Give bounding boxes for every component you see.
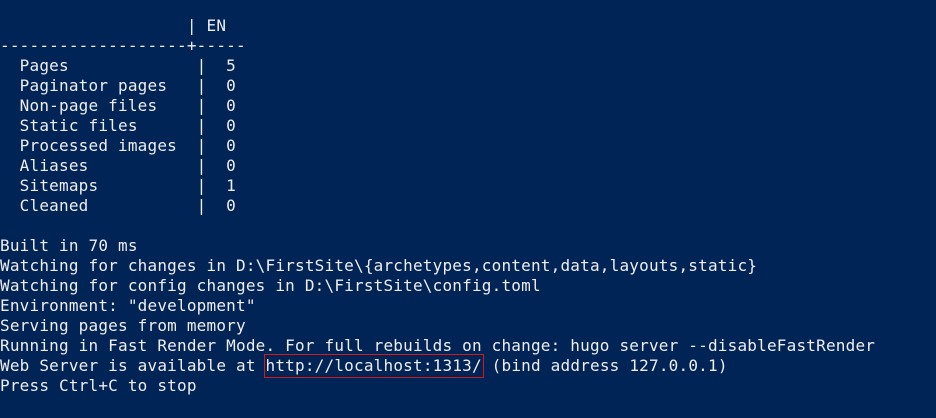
table-row: Processed images | 0 [0, 136, 236, 155]
table-row: Static files | 0 [0, 116, 236, 135]
web-server-line: Web Server is available at http://localh… [0, 354, 728, 378]
environment-line: Environment: "development" [0, 296, 256, 315]
table-row: Paginator pages | 0 [0, 76, 236, 95]
build-time-line: Built in 70 ms [0, 236, 138, 255]
table-row: Aliases | 0 [0, 156, 236, 175]
serving-line: Serving pages from memory [0, 316, 246, 335]
table-row: Non-page files | 0 [0, 96, 236, 115]
watching-config-line: Watching for config changes in D:\FirstS… [0, 276, 541, 295]
table-separator: -------------------+----- [0, 36, 246, 55]
bind-address-text: (bind address 127.0.0.1) [481, 356, 728, 375]
stop-hint-line: Press Ctrl+C to stop [0, 376, 197, 395]
fast-render-line: Running in Fast Render Mode. For full re… [0, 336, 876, 355]
watching-content-line: Watching for changes in D:\FirstSite\{ar… [0, 256, 758, 275]
table-header: | EN [0, 16, 227, 35]
table-row: Cleaned | 0 [0, 196, 236, 215]
table-row: Pages | 5 [0, 56, 236, 75]
table-row: Sitemaps | 1 [0, 176, 236, 195]
server-url-link[interactable]: http://localhost:1313/ [263, 354, 484, 378]
terminal-window[interactable]: | EN -------------------+----- Pages | 5… [0, 0, 936, 418]
web-server-prefix: Web Server is available at [0, 356, 266, 375]
